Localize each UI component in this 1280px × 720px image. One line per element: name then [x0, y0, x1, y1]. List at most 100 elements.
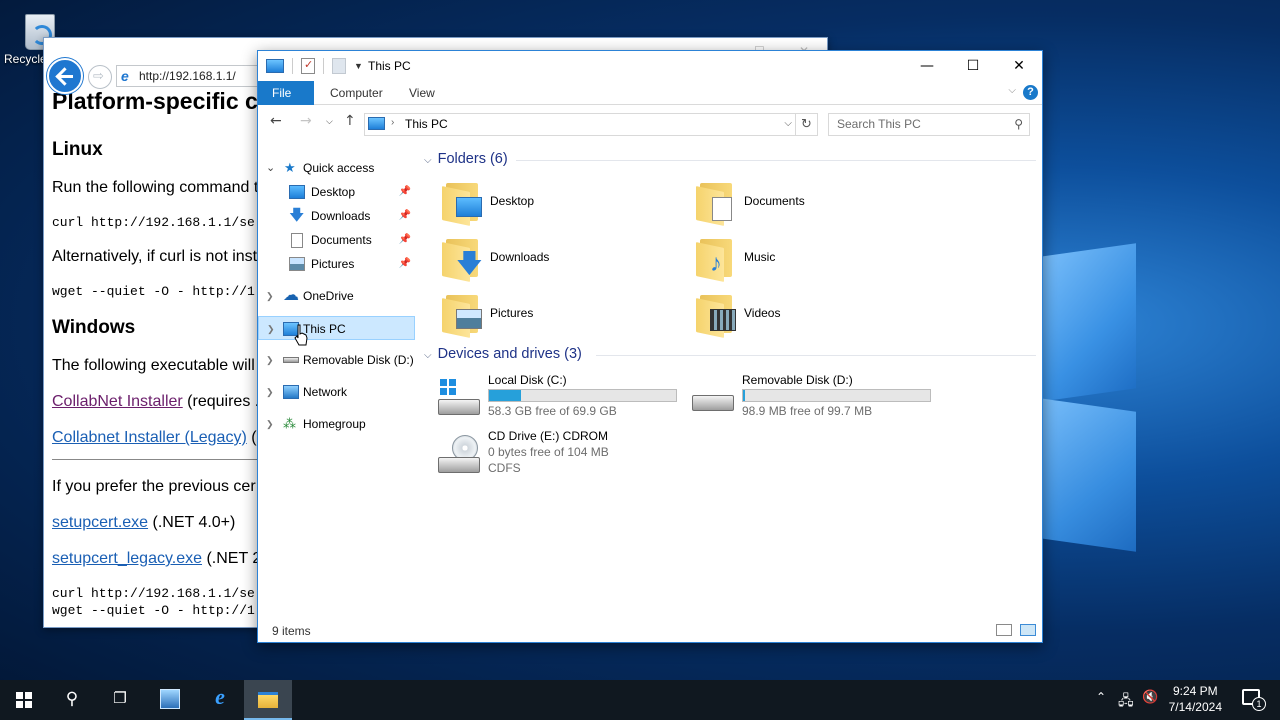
folder-name: Desktop [490, 194, 535, 208]
ribbon-tabs: File Computer View ⌵ ? [258, 81, 1042, 105]
notification-count-badge: 1 [1252, 697, 1266, 711]
sidebar-item-network[interactable]: ❯ Network [258, 380, 415, 404]
folder-tile[interactable]: ♪ Music [696, 235, 936, 285]
address-dropdown-chevron-icon[interactable]: ⌵ [784, 118, 792, 129]
videos-folder-icon [696, 291, 738, 338]
expand-chevron-icon[interactable]: ❯ [266, 348, 274, 372]
breadcrumb-separator-icon[interactable]: › [391, 117, 394, 128]
drive-usage-fill [489, 390, 521, 401]
refresh-button[interactable]: ↻ [795, 113, 818, 136]
properties-icon[interactable] [301, 58, 315, 74]
drive-tile-d[interactable]: Removable Disk (D:) 98.9 MB free of 99.7… [692, 373, 942, 427]
tab-view[interactable]: View [395, 81, 449, 105]
tab-computer[interactable]: Computer [316, 81, 397, 105]
window-title: This PC [368, 59, 411, 73]
minimize-button[interactable]: — [904, 51, 950, 81]
folder-tile[interactable]: Pictures [442, 291, 682, 341]
sidebar-item-quick-access[interactable]: ⌄ ★ Quick access [258, 156, 415, 180]
action-center-icon[interactable]: 1 [1242, 689, 1266, 711]
this-pc-icon [368, 117, 385, 130]
back-arrow-icon[interactable]: ← [270, 113, 282, 129]
taskbar: ⚲ ❐ e ⌃ 🖧 🔇 9:24 PM 7/14/2024 1 [0, 680, 1280, 720]
collapse-chevron-icon[interactable]: ⌵ [424, 350, 432, 361]
drive-tile-e[interactable]: CD Drive (E:) CDROM 0 bytes free of 104 … [438, 429, 688, 483]
expand-chevron-icon[interactable]: ❯ [266, 380, 274, 404]
folder-tile[interactable]: Documents [696, 179, 936, 229]
group-label: Devices and drives (3) [437, 346, 582, 362]
title-bar[interactable]: ▼ This PC — ☐ ✕ [258, 51, 1042, 81]
drive-name: Removable Disk (D:) [742, 373, 853, 387]
download-arrow-icon: 🡇 [289, 207, 305, 224]
setupcert-legacy-link[interactable]: setupcert_legacy.exe [52, 550, 202, 567]
downloads-folder-icon: 🡇 [442, 235, 484, 282]
local-disk-icon [438, 379, 482, 419]
expand-ribbon-chevron-icon[interactable]: ⌵ [1008, 85, 1016, 96]
close-button[interactable]: ✕ [996, 51, 1042, 81]
expand-chevron-icon[interactable]: ⌄ [266, 156, 275, 180]
new-folder-icon[interactable] [332, 58, 346, 74]
group-header-devices[interactable]: ⌵ Devices and drives (3) [424, 346, 1036, 362]
system-clock[interactable]: 9:24 PM 7/14/2024 [1169, 683, 1222, 715]
collabnet-installer-link[interactable]: CollabNet Installer [52, 393, 183, 410]
task-view-button[interactable]: ❐ [96, 680, 144, 720]
expand-chevron-icon[interactable]: ❯ [266, 412, 274, 436]
recent-locations-chevron-icon[interactable]: ⌵ [326, 117, 333, 127]
folder-tile[interactable]: 🡇 Downloads [442, 235, 682, 285]
maximize-button[interactable]: ☐ [950, 51, 996, 81]
customize-toolbar-chevron-icon[interactable]: ▼ [354, 61, 363, 71]
forward-arrow-icon[interactable]: → [300, 113, 312, 129]
collapse-chevron-icon[interactable]: ⌵ [424, 155, 432, 166]
large-icons-view-icon[interactable] [1020, 624, 1036, 636]
sidebar-item-onedrive[interactable]: ❯ ☁ OneDrive [258, 284, 415, 308]
details-view-icon[interactable] [996, 624, 1012, 636]
folder-tile[interactable]: Desktop [442, 179, 682, 229]
drive-free-space: 0 bytes free of 104 MB [488, 445, 609, 459]
show-hidden-icons-chevron-icon[interactable]: ⌃ [1096, 690, 1106, 720]
installer-suffix: (requires . [182, 393, 260, 410]
sidebar-item-homegroup[interactable]: ❯ ⁂ Homegroup [258, 412, 415, 436]
group-header-folders[interactable]: ⌵ Folders (6) [424, 151, 1036, 167]
collabnet-legacy-link[interactable]: Collabnet Installer (Legacy) [52, 429, 247, 446]
search-button[interactable]: ⚲ [48, 680, 96, 720]
folder-tile[interactable]: Videos [696, 291, 936, 341]
tab-file[interactable]: File [258, 81, 314, 105]
desktop-icon [289, 185, 305, 199]
breadcrumb-this-pc[interactable]: This PC [405, 117, 448, 131]
file-explorer-button[interactable] [244, 680, 292, 720]
sidebar-item-removable-disk[interactable]: ❯ Removable Disk (D:) [258, 348, 415, 372]
setupcert-link[interactable]: setupcert.exe [52, 514, 148, 531]
internet-explorer-button[interactable]: e [196, 680, 244, 720]
sidebar-item-label: This PC [303, 322, 346, 336]
sidebar-item-label: Homegroup [303, 417, 366, 431]
pin-icon: 📌 [398, 258, 411, 269]
browser-back-button[interactable] [47, 58, 83, 94]
sidebar-item-this-pc[interactable]: ❯ This PC [258, 316, 415, 340]
content-pane: ⌵ Folders (6) Desktop Documents 🡇 Downloa… [420, 151, 1040, 621]
start-button[interactable] [0, 680, 48, 720]
pictures-icon [289, 257, 305, 271]
file-explorer-window[interactable]: ▼ This PC — ☐ ✕ File Computer View ⌵ ? ←… [257, 50, 1043, 643]
search-input[interactable]: Search This PC ⚲ [828, 113, 1030, 136]
drive-name: CD Drive (E:) CDROM [488, 429, 608, 443]
drive-tile-c[interactable]: Local Disk (C:) 58.3 GB free of 69.9 GB [438, 373, 688, 427]
removable-disk-icon [692, 379, 736, 419]
sidebar-item-desktop[interactable]: Desktop 📌 [258, 180, 415, 204]
sidebar-item-documents[interactable]: Documents 📌 [258, 228, 415, 252]
sidebar-item-label: Downloads [311, 209, 371, 223]
expand-chevron-icon[interactable]: ❯ [266, 284, 274, 308]
help-icon[interactable]: ? [1023, 85, 1038, 100]
search-icon[interactable]: ⚲ [1014, 114, 1023, 135]
browser-forward-button[interactable] [88, 65, 112, 89]
setupcert-suffix: (.NET 4.0+) [148, 514, 236, 531]
server-manager-button[interactable] [146, 680, 194, 720]
volume-muted-icon[interactable]: 🔇 [1142, 690, 1158, 720]
network-status-icon[interactable]: 🖧 [1118, 690, 1134, 720]
sidebar-item-label: Documents [311, 233, 372, 247]
sidebar-item-downloads[interactable]: 🡇 Downloads 📌 [258, 204, 415, 228]
group-label: Folders (6) [437, 151, 508, 167]
up-arrow-icon[interactable]: ↑ [344, 113, 356, 129]
star-icon: ★ [284, 160, 296, 175]
expand-chevron-icon[interactable]: ❯ [267, 317, 275, 341]
sidebar-item-pictures[interactable]: Pictures 📌 [258, 252, 415, 276]
address-bar[interactable]: › This PC ⌵ [364, 113, 796, 136]
